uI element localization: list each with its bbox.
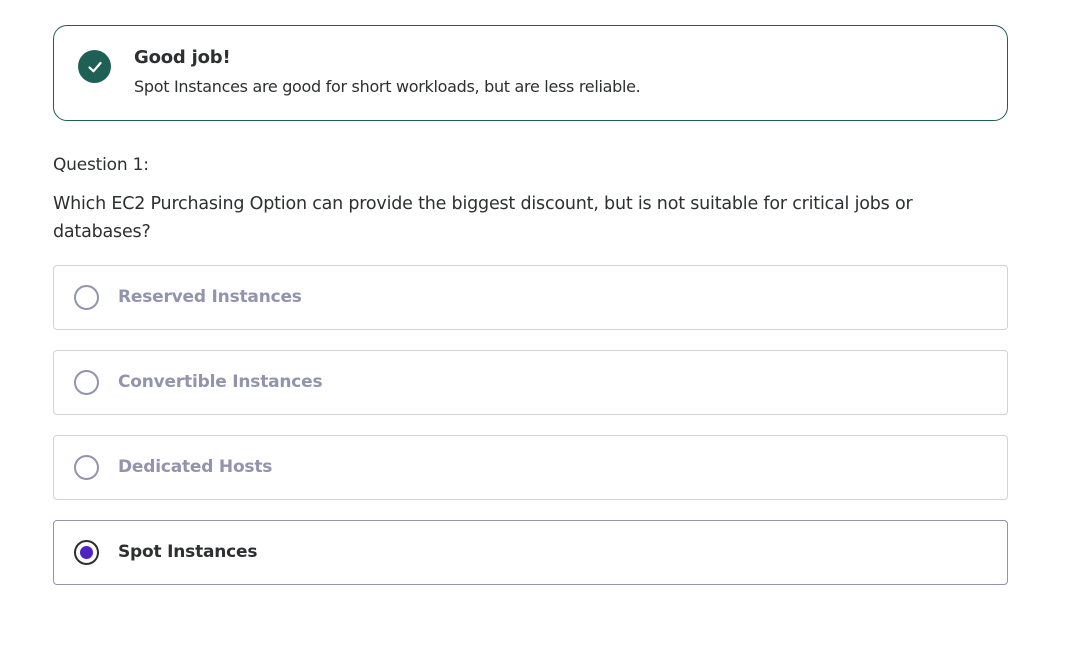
radio-button-selected[interactable] — [74, 540, 99, 565]
question-number: Question 1: — [53, 155, 149, 175]
answer-option-label: Spot Instances — [118, 542, 258, 562]
answer-option-label: Convertible Instances — [118, 372, 323, 392]
answer-option-label: Dedicated Hosts — [118, 457, 273, 477]
answer-option-convertible-instances[interactable]: Convertible Instances — [53, 350, 1008, 415]
question-prompt: Which EC2 Purchasing Option can provide … — [53, 194, 913, 242]
radio-button[interactable] — [74, 455, 99, 480]
answer-option-dedicated-hosts[interactable]: Dedicated Hosts — [53, 435, 1008, 500]
radio-selected-dot — [80, 546, 93, 559]
radio-button[interactable] — [74, 285, 99, 310]
check-circle-icon — [78, 50, 111, 83]
answer-option-label: Reserved Instances — [118, 287, 302, 307]
radio-button[interactable] — [74, 370, 99, 395]
quiz-page: Good job! Spot Instances are good for sh… — [0, 0, 1067, 645]
answer-option-reserved-instances[interactable]: Reserved Instances — [53, 265, 1008, 330]
feedback-title: Good job! — [134, 47, 231, 68]
answer-option-spot-instances[interactable]: Spot Instances — [53, 520, 1008, 585]
feedback-banner: Good job! Spot Instances are good for sh… — [53, 25, 1008, 121]
feedback-message: Spot Instances are good for short worklo… — [134, 77, 641, 96]
